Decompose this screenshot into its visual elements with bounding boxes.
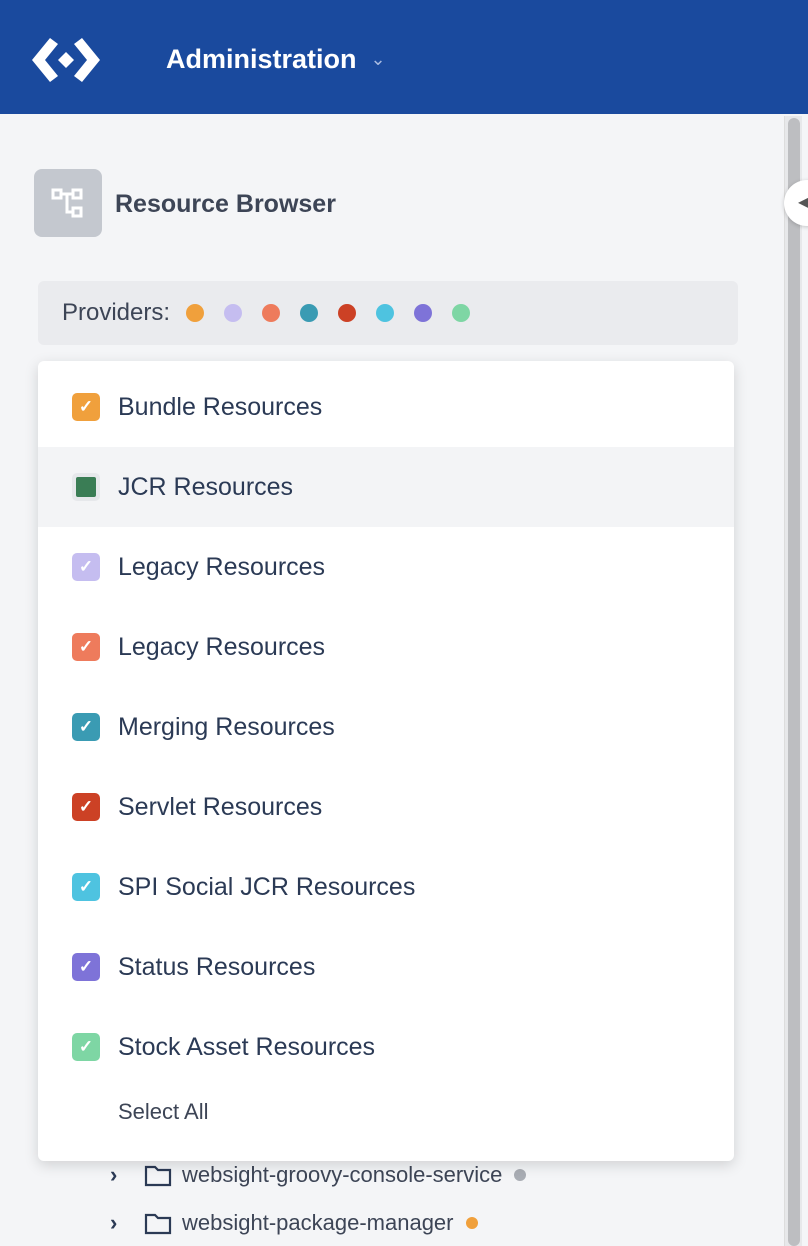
provider-option[interactable]: ✓ SPI Social JCR Resources [38, 847, 734, 927]
provider-dot [224, 304, 243, 322]
provider-option[interactable]: ✓ Servlet Resources [38, 767, 734, 847]
providers-dropdown: ✓ Bundle Resources JCR Resources ✓ Legacy Re… [38, 361, 734, 1161]
chevron-down-icon: ⌄ [370, 49, 386, 69]
chevron-right-icon[interactable]: › [110, 1162, 130, 1188]
administration-menu[interactable]: Administration ⌄ [166, 44, 386, 75]
checkbox-checked[interactable]: ✓ [72, 713, 100, 741]
provider-option[interactable]: ✓ Legacy Resources [38, 527, 734, 607]
provider-option[interactable]: ✓ Legacy Resources [38, 607, 734, 687]
panel-title: Resource Browser [115, 190, 336, 218]
provider-option[interactable]: JCR Resources [38, 447, 734, 527]
provider-dot [376, 304, 395, 322]
tree-item-label: websight-groovy-console-service [182, 1162, 503, 1187]
checkbox-checked[interactable]: ✓ [72, 953, 100, 981]
checkbox-checked[interactable]: ✓ [72, 1033, 100, 1061]
app-title: Administration [166, 44, 357, 74]
checkbox-checked[interactable]: ✓ [72, 793, 100, 821]
provider-dot [338, 304, 357, 322]
top-header: Administration ⌄ [0, 0, 808, 114]
provider-dot [186, 304, 205, 322]
provider-dot [452, 304, 471, 322]
providers-filter[interactable]: Providers: [38, 281, 738, 345]
provider-option-label: Bundle Resources [118, 392, 323, 421]
tree-item[interactable]: › websight-package-manager [110, 1210, 478, 1236]
checkbox-checked[interactable]: ✓ [72, 633, 100, 661]
provider-dot [262, 304, 281, 322]
tree-item[interactable]: › websight-groovy-console-service [110, 1162, 527, 1188]
provider-option[interactable]: ✓ Merging Resources [38, 687, 734, 767]
provider-dot [465, 1217, 478, 1229]
provider-option-label: Servlet Resources [118, 792, 323, 821]
tree-structure-icon [34, 169, 102, 237]
folder-icon [144, 1165, 172, 1187]
websight-logo[interactable] [28, 36, 104, 84]
checkbox-checked[interactable]: ✓ [72, 553, 100, 581]
provider-option-label: Merging Resources [118, 712, 335, 741]
provider-option-label: Legacy Resources [118, 552, 326, 581]
select-all-button[interactable]: Select All [38, 1099, 209, 1125]
scrollbar-thumb[interactable] [788, 118, 800, 1246]
provider-option[interactable]: ✓ Bundle Resources [38, 367, 734, 447]
folder-icon [144, 1213, 172, 1235]
tree-item-label: websight-package-manager [182, 1210, 454, 1235]
provider-option[interactable]: ✓ Stock Asset Resources [38, 1007, 734, 1087]
providers-label: Providers: [62, 299, 171, 326]
provider-option-label: JCR Resources [118, 472, 294, 501]
chevron-right-icon[interactable]: › [110, 1210, 130, 1236]
provider-option-label: Status Resources [118, 952, 316, 981]
chevron-left-icon: ◀ [798, 194, 808, 211]
provider-dot [300, 304, 319, 322]
provider-dot [514, 1169, 527, 1181]
scrollbar[interactable] [784, 116, 802, 1246]
provider-option-label: Stock Asset Resources [118, 1032, 376, 1061]
provider-option[interactable]: ✓ Status Resources [38, 927, 734, 1007]
checkbox-checked[interactable]: ✓ [72, 873, 100, 901]
provider-dot [414, 304, 433, 322]
provider-option-label: Legacy Resources [118, 632, 326, 661]
provider-option-label: SPI Social JCR Resources [118, 872, 416, 901]
checkbox-checked[interactable]: ✓ [72, 393, 100, 421]
checkbox-unchecked[interactable] [72, 473, 100, 501]
